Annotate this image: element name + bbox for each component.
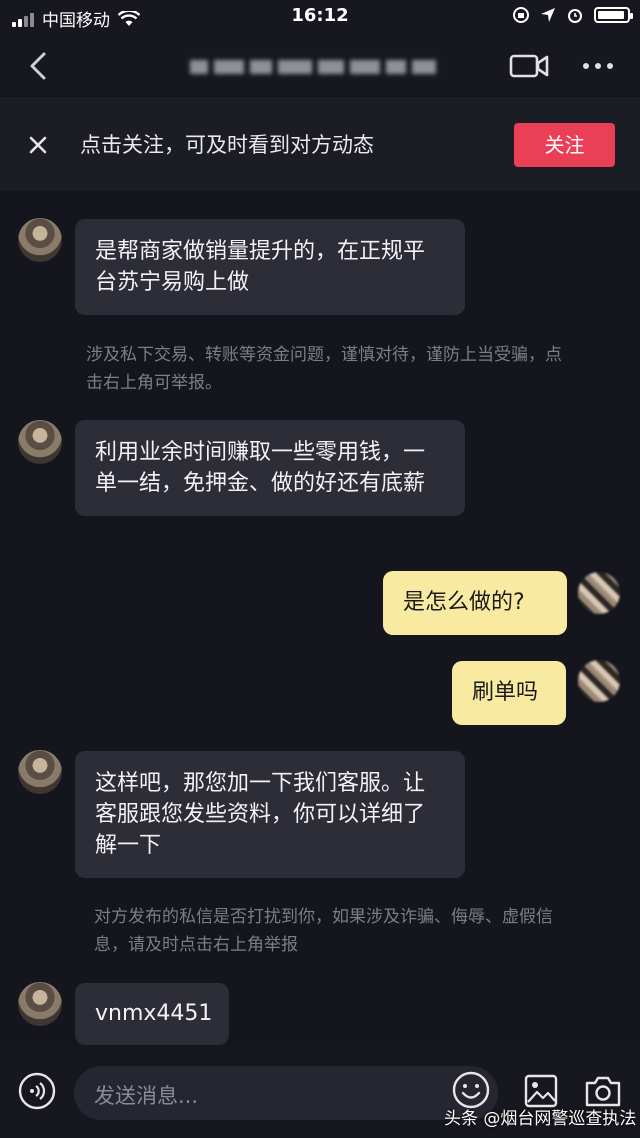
message-bubble[interactable]: 利用业余时间赚取一些零用钱，一单一结，免押金、做的好还有底薪 [75,420,465,516]
chat-header [0,34,640,99]
alarm-icon [568,9,582,23]
message-bubble[interactable]: 刷单吗 [452,661,566,725]
safety-notice[interactable]: 对方发布的私信是否打扰到你，如果涉及诈骗、侮辱、虚假信息，请及时点击右上角举报 [94,903,556,959]
avatar[interactable] [578,572,620,614]
avatar[interactable] [18,218,62,262]
status-bar: 中国移动 16:12 [0,0,640,34]
message-bubble[interactable]: 是帮商家做销量提升的，在正规平台苏宁易购上做 [75,219,465,315]
message-input[interactable]: 发送消息... [74,1066,498,1120]
battery-icon [594,7,633,23]
image-icon[interactable] [524,1074,558,1108]
follow-banner: 点击关注，可及时看到对方动态 关注 [0,99,640,191]
close-icon[interactable] [24,131,52,159]
camera-icon[interactable] [584,1074,622,1108]
message-input-placeholder: 发送消息... [94,1084,199,1108]
message-bubble[interactable]: vnmx4451 [75,983,229,1045]
avatar[interactable] [18,982,62,1026]
avatar[interactable] [578,660,620,702]
chevron-left-icon[interactable] [20,46,60,86]
watermark: 头条 @烟台网警巡查执法 [444,1109,637,1129]
more-dots-icon[interactable] [578,54,618,78]
avatar[interactable] [18,750,62,794]
lock-rotation-icon [513,7,529,23]
voice-icon[interactable] [18,1072,56,1110]
message-bubble[interactable]: 是怎么做的? [383,571,567,635]
avatar[interactable] [18,420,62,464]
message-bubble[interactable]: 这样吧，那您加一下我们客服。让客服跟您发些资料，你可以详细了解一下 [75,751,465,878]
location-icon [541,8,555,22]
status-right [512,6,633,24]
contact-name-blurred [190,54,460,80]
follow-banner-text: 点击关注，可及时看到对方动态 [80,133,374,157]
follow-button[interactable]: 关注 [514,123,615,167]
safety-notice[interactable]: 涉及私下交易、转账等资金问题，谨慎对待，谨防上当受骗，点击右上角可举报。 [86,341,566,397]
video-call-icon[interactable] [508,50,550,82]
